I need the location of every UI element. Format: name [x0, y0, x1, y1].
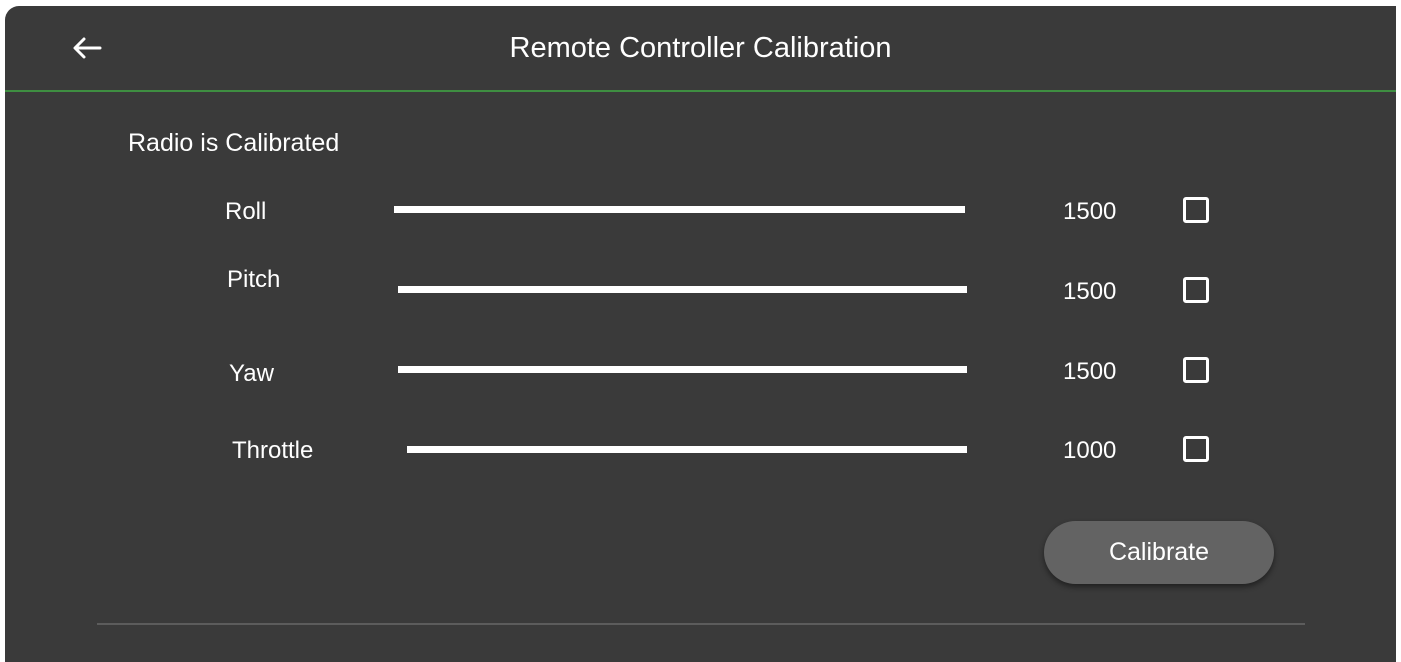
- checkbox-roll[interactable]: [1183, 197, 1209, 223]
- channel-label-throttle: Throttle: [232, 437, 314, 464]
- bottom-divider: [97, 623, 1305, 625]
- channel-label-yaw: Yaw: [229, 360, 274, 387]
- channel-value-pitch: 1500: [1063, 278, 1117, 305]
- checkbox-yaw[interactable]: [1183, 357, 1209, 383]
- page-title: Remote Controller Calibration: [509, 32, 892, 64]
- channel-bar-pitch: [398, 286, 967, 293]
- channel-bar-yaw: [398, 366, 967, 373]
- calibration-screen: Remote Controller Calibration Radio is C…: [5, 6, 1396, 662]
- channel-label-pitch: Pitch: [227, 266, 281, 293]
- channel-value-throttle: 1000: [1063, 437, 1117, 464]
- app-header: Remote Controller Calibration: [5, 6, 1396, 92]
- calibration-status: Radio is Calibrated: [128, 129, 340, 157]
- channel-bar-throttle: [407, 446, 967, 453]
- channel-label-roll: Roll: [225, 198, 267, 225]
- channel-bar-roll: [394, 206, 965, 213]
- channel-value-yaw: 1500: [1063, 358, 1117, 385]
- checkbox-throttle[interactable]: [1183, 436, 1209, 462]
- channel-value-roll: 1500: [1063, 198, 1117, 225]
- calibrate-button[interactable]: Calibrate: [1044, 521, 1274, 584]
- checkbox-pitch[interactable]: [1183, 277, 1209, 303]
